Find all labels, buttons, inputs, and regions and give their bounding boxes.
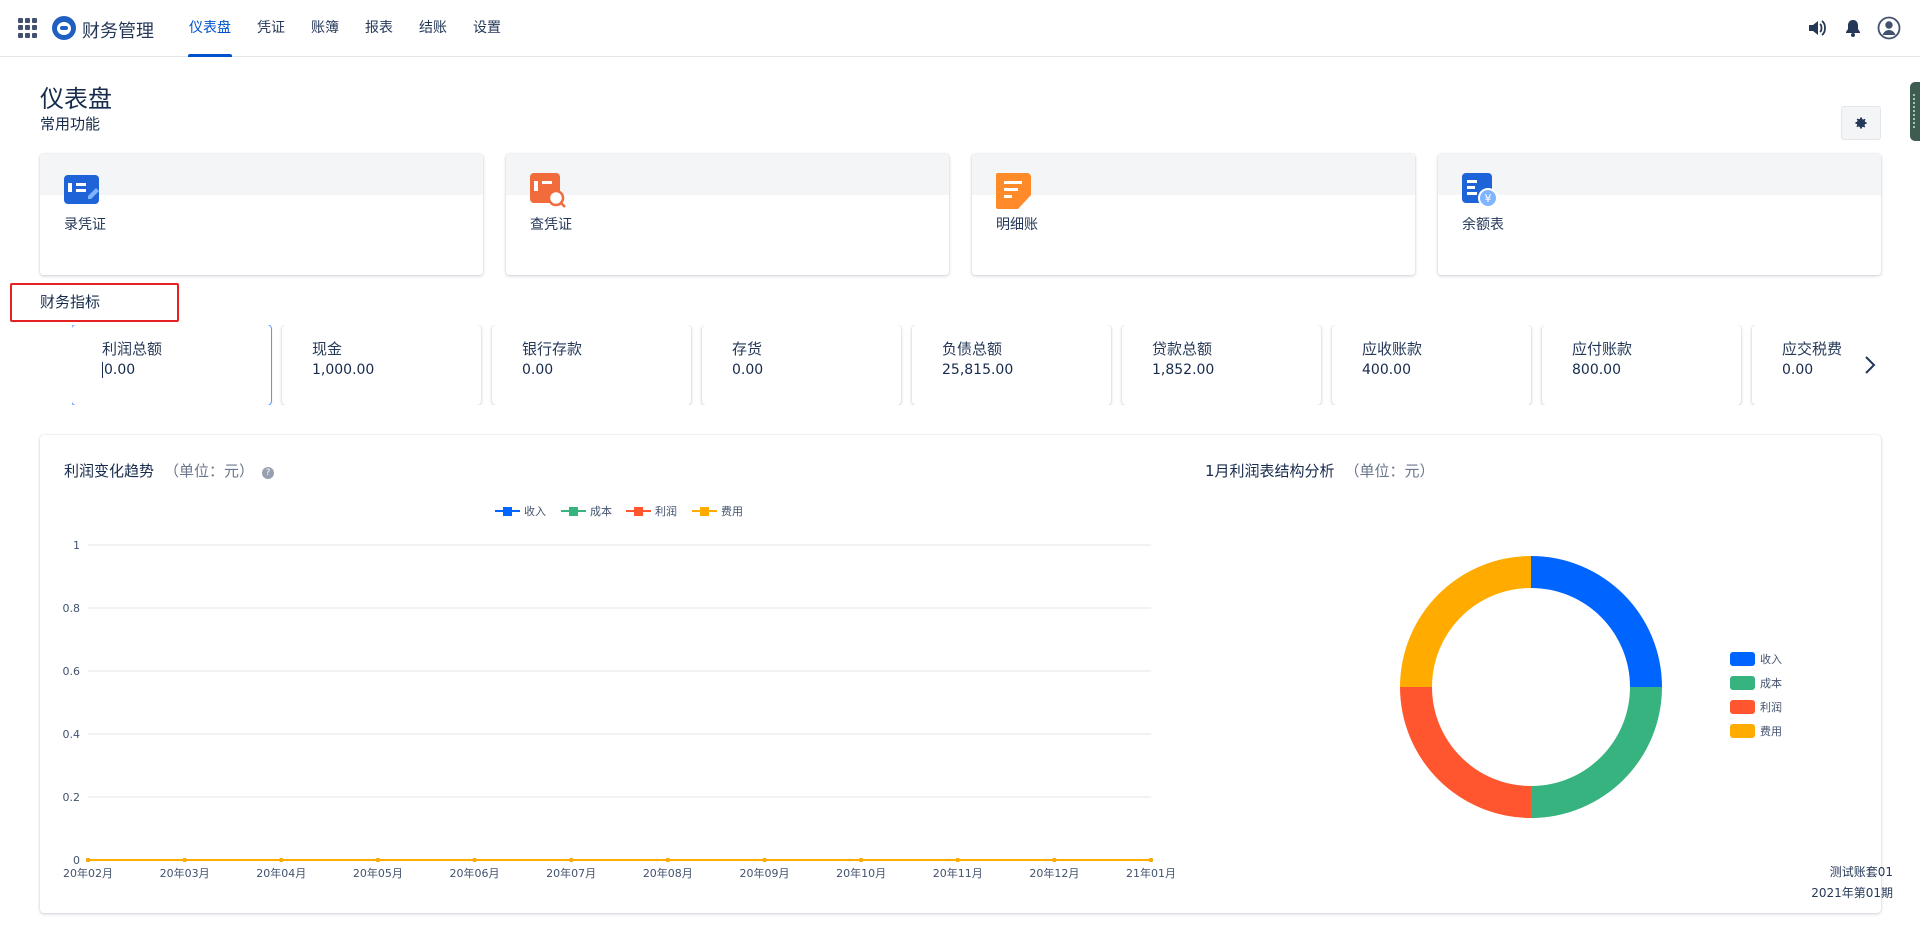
metric-value: 0.00 xyxy=(1782,362,1814,378)
nav-closing[interactable]: 结账 xyxy=(406,0,460,57)
structure-chart-title-text: 1月利润表结构分析 xyxy=(1205,462,1335,480)
record-voucher-icon xyxy=(64,173,100,209)
account-name: 测试账套01 xyxy=(1829,865,1893,879)
svg-text:¥: ¥ xyxy=(1485,192,1492,205)
search-voucher-icon xyxy=(530,173,566,209)
metric-label: 贷款总额 xyxy=(1152,340,1213,358)
card-header-band xyxy=(972,154,1415,195)
trend-chart-unit: （单位：元） xyxy=(164,462,255,480)
card-header-band xyxy=(40,154,483,195)
main-nav: 仪表盘 凭证 账簿 报表 结账 设置 xyxy=(176,0,514,57)
financial-indicators-label: 财务指标 xyxy=(40,293,101,311)
search-voucher-label: 查凭证 xyxy=(530,217,572,233)
metric-label: 现金 xyxy=(312,340,343,358)
trend-chart-title: 利润变化趋势 （单位：元）? xyxy=(64,460,275,481)
top-right-actions xyxy=(1804,15,1902,41)
metric-card-inventory[interactable]: 存货 0.00 xyxy=(702,325,901,405)
metric-label: 应付账款 xyxy=(1572,340,1633,358)
volume-icon[interactable] xyxy=(1804,15,1830,41)
record-voucher-card[interactable]: 录凭证 xyxy=(40,154,483,275)
app-logo[interactable] xyxy=(52,16,76,40)
balance-sheet-icon: ¥ xyxy=(1462,173,1498,209)
chart-panel xyxy=(40,435,1881,913)
user-avatar-icon[interactable] xyxy=(1876,15,1902,41)
balance-sheet-card[interactable]: ¥ 余额表 xyxy=(1438,154,1881,275)
balance-sheet-label: 余额表 xyxy=(1462,217,1504,233)
metric-card-cash[interactable]: 现金 1,000.00 xyxy=(282,325,481,405)
metric-label: 应交税费 xyxy=(1782,340,1843,358)
ledger-detail-label: 明细账 xyxy=(996,217,1038,233)
metric-value: 0.00 xyxy=(102,362,136,378)
account-period: 2021年第01期 xyxy=(1811,886,1893,900)
metric-card-bank-deposit[interactable]: 银行存款 0.00 xyxy=(492,325,691,405)
metric-value: 800.00 xyxy=(1572,362,1621,378)
nav-ledger[interactable]: 账簿 xyxy=(298,0,352,57)
metrics-next-button[interactable] xyxy=(1858,350,1882,380)
metric-value: 1,000.00 xyxy=(312,362,375,378)
nav-settings[interactable]: 设置 xyxy=(460,0,514,57)
dashboard-settings-button[interactable] xyxy=(1841,106,1881,140)
app-title[interactable]: 财务管理 xyxy=(82,17,154,43)
metric-label: 银行存款 xyxy=(522,340,583,358)
trend-chart-title-text: 利润变化趋势 xyxy=(64,462,155,480)
structure-chart-title: 1月利润表结构分析 （单位：元） xyxy=(1205,460,1435,481)
top-navigation-bar: 财务管理 仪表盘 凭证 账簿 报表 结账 设置 xyxy=(0,0,1920,57)
nav-voucher[interactable]: 凭证 xyxy=(244,0,298,57)
financial-metrics-carousel: 利润总额 0.00 现金 1,000.00 银行存款 0.00 存货 0.00 … xyxy=(72,325,1857,405)
metric-card-total-profit[interactable]: 利润总额 0.00 xyxy=(72,325,271,405)
metric-card-accounts-receivable[interactable]: 应收账款 400.00 xyxy=(1332,325,1531,405)
card-header-band xyxy=(506,154,949,195)
nav-dashboard[interactable]: 仪表盘 xyxy=(176,0,244,57)
metric-label: 负债总额 xyxy=(942,340,1003,358)
metric-card-total-liabilities[interactable]: 负债总额 25,815.00 xyxy=(912,325,1111,405)
metric-value: 0.00 xyxy=(732,362,764,378)
help-icon[interactable]: ? xyxy=(262,467,275,479)
side-drawer-handle[interactable] xyxy=(1910,82,1920,141)
nav-report[interactable]: 报表 xyxy=(352,0,406,57)
metric-value: 400.00 xyxy=(1362,362,1411,378)
search-voucher-card[interactable]: 查凭证 xyxy=(506,154,949,275)
metric-label: 存货 xyxy=(732,340,763,358)
gear-icon xyxy=(1855,117,1867,129)
card-header-band xyxy=(1438,154,1881,195)
chevron-right-icon xyxy=(1865,356,1876,374)
metric-card-total-loans[interactable]: 贷款总额 1,852.00 xyxy=(1122,325,1321,405)
metric-value: 25,815.00 xyxy=(942,362,1014,378)
metric-label: 利润总额 xyxy=(102,340,163,358)
structure-chart-unit: （单位：元） xyxy=(1344,462,1435,480)
metric-card-accounts-payable[interactable]: 应付账款 800.00 xyxy=(1542,325,1741,405)
metric-value: 1,852.00 xyxy=(1152,362,1215,378)
ledger-detail-icon xyxy=(996,173,1032,209)
ledger-detail-card[interactable]: 明细账 xyxy=(972,154,1415,275)
bell-icon[interactable] xyxy=(1840,15,1866,41)
metric-value: 0.00 xyxy=(522,362,554,378)
apps-grid-icon[interactable] xyxy=(18,18,38,38)
metric-label: 应收账款 xyxy=(1362,340,1423,358)
page-title: 仪表盘 xyxy=(40,85,112,113)
record-voucher-label: 录凭证 xyxy=(64,217,106,233)
metric-card-taxes-payable[interactable]: 应交税费 0.00 xyxy=(1752,325,1857,405)
common-functions-label: 常用功能 xyxy=(40,115,101,133)
